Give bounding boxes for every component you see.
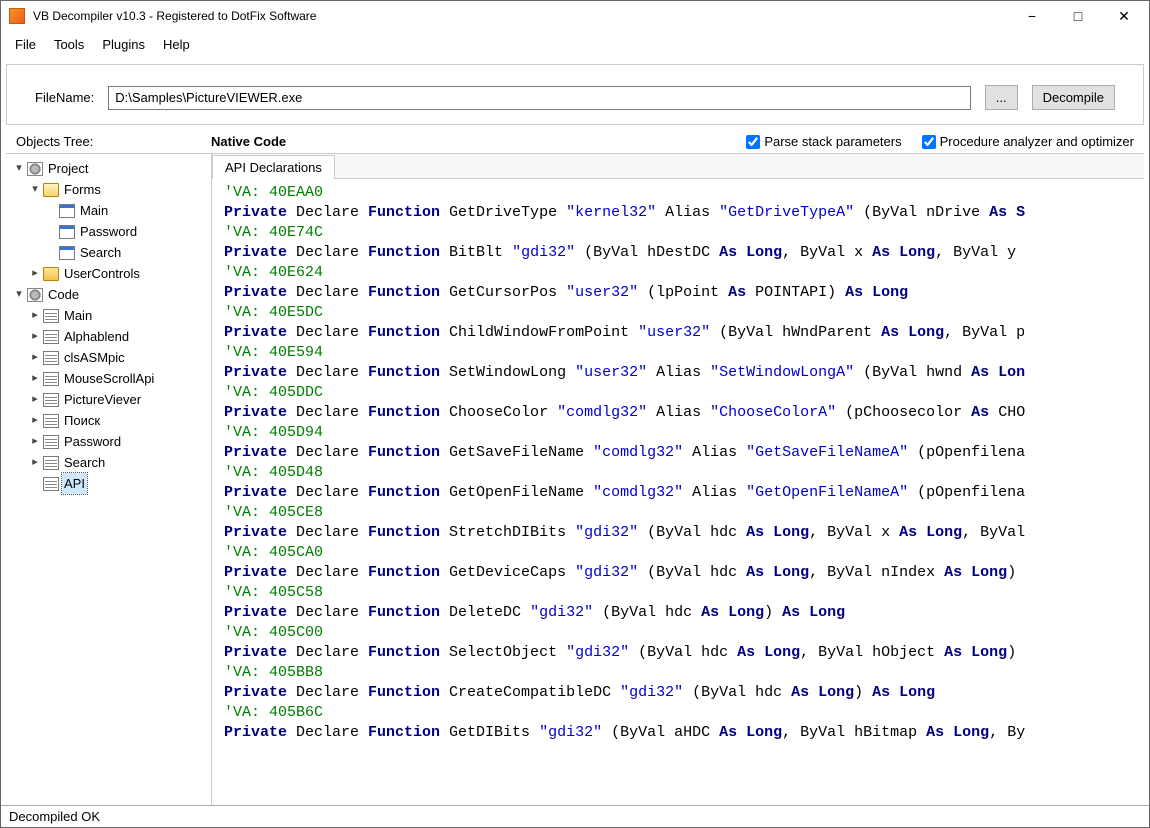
tree-code-clsasmpic[interactable]: ▸clsASMpic [28, 347, 209, 368]
tree-code-password[interactable]: ▸Password [28, 431, 209, 452]
menu-help[interactable]: Help [155, 33, 198, 56]
close-button[interactable]: ✕ [1101, 2, 1147, 31]
app-icon [9, 8, 25, 24]
tab-api-declarations[interactable]: API Declarations [212, 155, 335, 179]
tree-code-api[interactable]: API [28, 473, 209, 494]
browse-button[interactable]: ... [985, 85, 1018, 110]
tree-form-main[interactable]: Main [44, 200, 209, 221]
module-icon [43, 414, 59, 428]
tree-code-pictureviever[interactable]: ▸PictureViever [28, 389, 209, 410]
form-icon [59, 204, 75, 218]
tree-code[interactable]: ▾Code ▸Main▸Alphablend▸clsASMpic▸MouseSc… [12, 284, 209, 494]
objects-tree[interactable]: ▾Project ▾Forms Main Password Search ▸Us… [6, 154, 211, 805]
titlebar: VB Decompiler v10.3 - Registered to DotF… [1, 1, 1149, 31]
code-panel: API Declarations 'VA: 40EAA0 Private Dec… [211, 154, 1144, 805]
menu-tools[interactable]: Tools [46, 33, 92, 56]
native-code-label: Native Code [211, 134, 726, 149]
project-icon [27, 162, 43, 176]
parse-stack-checkbox[interactable]: Parse stack parameters [746, 134, 901, 149]
tree-usercontrols[interactable]: ▸UserControls [28, 263, 209, 284]
module-icon [43, 372, 59, 386]
statusbar: Decompiled OK [1, 805, 1149, 827]
status-text: Decompiled OK [9, 809, 100, 824]
form-icon [59, 246, 75, 260]
module-icon [43, 435, 59, 449]
folder-icon [43, 267, 59, 281]
tree-code-search[interactable]: ▸Search [28, 452, 209, 473]
menubar: File Tools Plugins Help [1, 31, 1149, 58]
split-header: Objects Tree: Native Code Parse stack pa… [6, 128, 1144, 154]
code-viewer[interactable]: 'VA: 40EAA0 Private Declare Function Get… [212, 179, 1144, 805]
tree-code-alphablend[interactable]: ▸Alphablend [28, 326, 209, 347]
module-icon [43, 351, 59, 365]
objects-tree-label: Objects Tree: [16, 134, 211, 149]
procedure-analyzer-checkbox[interactable]: Procedure analyzer and optimizer [922, 134, 1134, 149]
toolbar: FileName: ... Decompile [6, 64, 1144, 125]
tree-code-поиск[interactable]: ▸Поиск [28, 410, 209, 431]
parse-stack-input[interactable] [746, 135, 760, 149]
menu-plugins[interactable]: Plugins [94, 33, 153, 56]
menu-file[interactable]: File [7, 33, 44, 56]
module-icon [43, 393, 59, 407]
module-icon [43, 309, 59, 323]
main-split: ▾Project ▾Forms Main Password Search ▸Us… [6, 154, 1144, 805]
folder-icon [43, 183, 59, 197]
decompile-button[interactable]: Decompile [1032, 85, 1115, 110]
code-icon [27, 288, 43, 302]
maximize-button[interactable]: □ [1055, 2, 1101, 31]
form-icon [59, 225, 75, 239]
tab-row: API Declarations [212, 154, 1144, 179]
tree-form-search[interactable]: Search [44, 242, 209, 263]
tree-code-mousescrollapi[interactable]: ▸MouseScrollApi [28, 368, 209, 389]
window-title: VB Decompiler v10.3 - Registered to DotF… [33, 9, 1009, 23]
tree-form-password[interactable]: Password [44, 221, 209, 242]
module-icon [43, 456, 59, 470]
filename-label: FileName: [35, 90, 94, 105]
tree-code-main[interactable]: ▸Main [28, 305, 209, 326]
procedure-analyzer-label: Procedure analyzer and optimizer [940, 134, 1134, 149]
tree-forms[interactable]: ▾Forms Main Password Search [28, 179, 209, 263]
filename-input[interactable] [108, 86, 970, 110]
procedure-analyzer-input[interactable] [922, 135, 936, 149]
module-icon [43, 477, 59, 491]
parse-stack-label: Parse stack parameters [764, 134, 901, 149]
tree-project[interactable]: ▾Project ▾Forms Main Password Search ▸Us… [12, 158, 209, 284]
minimize-button[interactable]: − [1009, 2, 1055, 31]
module-icon [43, 330, 59, 344]
